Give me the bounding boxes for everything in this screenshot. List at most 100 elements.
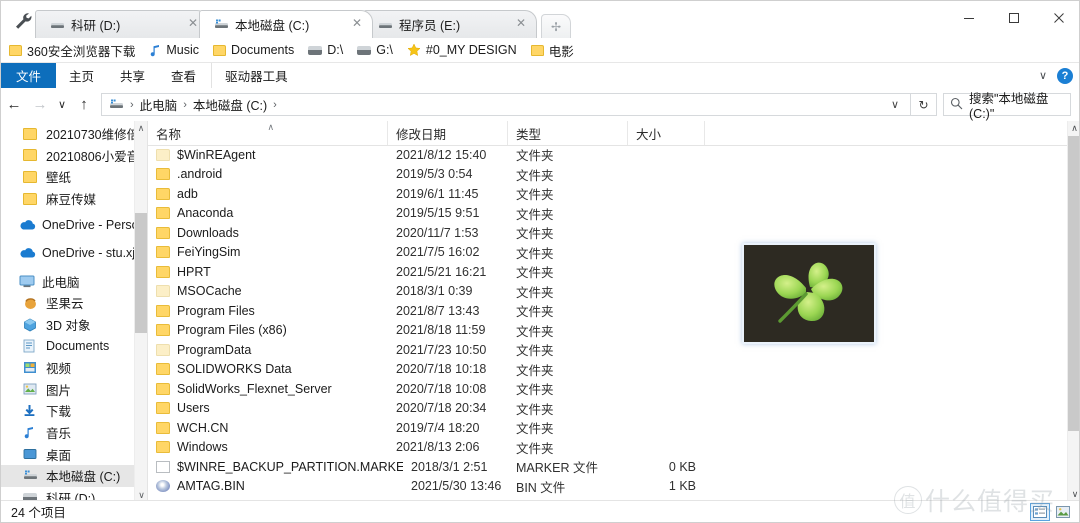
sidebar-item-videos[interactable]: 视频: [1, 357, 147, 379]
recent-locations-button[interactable]: ∨: [53, 92, 71, 118]
column-header-name[interactable]: ∧ 名称: [148, 121, 388, 145]
maximize-button[interactable]: [991, 1, 1036, 34]
bookmark-5[interactable]: #0_MY DESIGN: [407, 43, 517, 57]
bookmark-label: G:\: [376, 43, 393, 57]
sidebar-item-0[interactable]: 20210730维修倍思: [1, 123, 147, 145]
sidebar-item-onedrive-stu[interactable]: OneDrive - stu.xjtu.e: [1, 242, 147, 264]
table-row[interactable]: Anaconda 2019/5/15 9:51 文件夹: [148, 204, 1079, 224]
table-row[interactable]: $WINRE_BACKUP_PARTITION.MARKER 2018/3/1 …: [148, 457, 1079, 477]
large-icons-view-button[interactable]: [1053, 503, 1073, 521]
details-view-button[interactable]: [1030, 502, 1050, 521]
minimize-button[interactable]: [946, 1, 991, 34]
breadcrumb-separator[interactable]: ›: [130, 99, 134, 111]
sidebar-item-pictures[interactable]: 图片: [1, 379, 147, 401]
breadcrumb[interactable]: › 此电脑 › 本地磁盘 (C:) › ∨: [101, 93, 911, 116]
column-header-date[interactable]: 修改日期: [388, 121, 508, 145]
chevron-down-icon[interactable]: ∨: [1039, 69, 1047, 82]
ribbon-tab-bar: 文件 主页 共享 查看 驱动器工具 ∨ ?: [1, 63, 1079, 89]
table-row[interactable]: .android 2019/5/3 0:54 文件夹: [148, 165, 1079, 185]
sidebar-item-nutstore[interactable]: 坚果云: [1, 292, 147, 314]
tab-0[interactable]: 科研 (D:) ✕: [35, 10, 209, 38]
table-row[interactable]: Users 2020/7/18 20:34 文件夹: [148, 399, 1079, 419]
table-row[interactable]: HPRT 2021/5/21 16:21 文件夹: [148, 262, 1079, 282]
breadcrumb-separator[interactable]: ›: [273, 99, 277, 111]
file-name: Windows: [177, 440, 228, 455]
new-tab-button[interactable]: ✢: [541, 14, 571, 38]
column-header-size[interactable]: 大小: [628, 121, 705, 145]
ribbon-tab-home[interactable]: 主页: [56, 63, 107, 88]
sidebar-item-2[interactable]: 壁纸: [1, 166, 147, 188]
bookmark-1[interactable]: Music: [149, 43, 199, 57]
scroll-up-icon[interactable]: ∧: [1068, 121, 1079, 136]
ribbon-tab-share[interactable]: 共享: [107, 63, 158, 88]
bookmark-3[interactable]: D:\: [308, 43, 343, 57]
file-name-cell: Windows: [148, 440, 388, 454]
column-label: 修改日期: [396, 127, 447, 142]
back-button[interactable]: ←: [1, 92, 27, 118]
ribbon-tab-file[interactable]: 文件: [1, 63, 57, 88]
search-input[interactable]: 搜索"本地磁盘 (C:)": [943, 92, 1071, 121]
scrollbar-thumb[interactable]: [1068, 136, 1079, 431]
sidebar-item-music[interactable]: 音乐: [1, 422, 147, 444]
sidebar-item-3d-objects[interactable]: 3D 对象: [1, 314, 147, 336]
bookmark-0[interactable]: 360安全浏览器下载: [9, 41, 135, 60]
tab-2[interactable]: 程序员 (E:) ✕: [363, 10, 537, 38]
up-button[interactable]: ↑: [71, 92, 97, 118]
tab-close-icon[interactable]: ✕: [515, 17, 527, 29]
sidebar-item-downloads[interactable]: 下载: [1, 400, 147, 422]
bookmark-6[interactable]: 电影: [530, 41, 574, 60]
table-row[interactable]: $WinREAgent 2021/8/12 15:40 文件夹: [148, 145, 1079, 165]
tab-close-icon[interactable]: ✕: [187, 17, 199, 29]
close-button[interactable]: [1036, 1, 1079, 34]
bookmark-4[interactable]: G:\: [357, 43, 393, 57]
drive-icon: [308, 45, 323, 55]
table-row[interactable]: SolidWorks_Flexnet_Server 2020/7/18 10:0…: [148, 379, 1079, 399]
scroll-up-icon[interactable]: ∧: [135, 121, 147, 135]
sidebar-item-1[interactable]: 20210806小爱音箱: [1, 145, 147, 167]
forward-button[interactable]: →: [27, 92, 53, 118]
refresh-button[interactable]: ↻: [911, 93, 937, 116]
table-row[interactable]: SOLIDWORKS Data 2020/7/18 10:18 文件夹: [148, 360, 1079, 380]
table-row[interactable]: Program Files (x86) 2021/8/18 11:59 文件夹: [148, 321, 1079, 341]
table-row[interactable]: Downloads 2020/11/7 1:53 文件夹: [148, 223, 1079, 243]
sidebar-item-local-disk-c[interactable]: 本地磁盘 (C:): [1, 464, 147, 487]
table-row[interactable]: adb 2019/6/1 11:45 文件夹: [148, 184, 1079, 204]
sidebar-item-this-pc[interactable]: 此电脑: [1, 271, 147, 293]
sidebar-item-desktop[interactable]: 桌面: [1, 443, 147, 465]
title-bar: 科研 (D:) ✕ 本地磁盘 (C:) ✕ 程序员 (E:) ✕ ✢: [1, 1, 1079, 38]
help-icon[interactable]: ?: [1057, 67, 1073, 84]
tab-1[interactable]: 本地磁盘 (C:) ✕: [199, 10, 373, 38]
breadcrumb-separator[interactable]: ›: [183, 99, 187, 111]
table-row[interactable]: AMTAG.BIN 2021/5/30 13:46 BIN 文件 1 KB: [148, 477, 1079, 497]
breadcrumb-root-icon[interactable]: [106, 98, 127, 112]
navigation-pane: 20210730维修倍思 20210806小爱音箱 壁纸 麻豆传媒 OneDri…: [1, 121, 148, 502]
documents-icon: [23, 339, 40, 353]
table-row[interactable]: Windows 2021/8/13 2:06 文件夹: [148, 438, 1079, 458]
file-list-scrollbar[interactable]: ∧ ∨: [1067, 121, 1079, 502]
file-icon: [156, 460, 170, 473]
window-controls: [946, 1, 1079, 34]
tab-close-icon[interactable]: ✕: [351, 17, 363, 29]
breadcrumb-item-this-pc[interactable]: 此电脑: [137, 95, 181, 114]
navigation-scrollbar[interactable]: ∧ ∨: [134, 121, 147, 502]
ribbon-tab-view[interactable]: 查看: [158, 63, 209, 88]
tab-label: 科研 (D:): [71, 19, 121, 33]
file-type: 文件夹: [516, 246, 554, 261]
sidebar-item-onedrive-personal[interactable]: OneDrive - Persona: [1, 214, 147, 236]
file-type: 文件夹: [516, 305, 554, 320]
table-row[interactable]: FeiYingSim 2021/7/5 16:02 文件夹: [148, 243, 1079, 263]
sidebar-item-3[interactable]: 麻豆传媒: [1, 188, 147, 210]
table-row[interactable]: MSOCache 2018/3/1 0:39 文件夹: [148, 282, 1079, 302]
scrollbar-thumb[interactable]: [135, 213, 147, 333]
breadcrumb-item-local-disk-c[interactable]: 本地磁盘 (C:): [190, 95, 270, 114]
table-row[interactable]: Program Files 2021/8/7 13:43 文件夹: [148, 301, 1079, 321]
address-dropdown-icon[interactable]: ∨: [884, 94, 906, 115]
ribbon-tab-drive-tools[interactable]: 驱动器工具: [211, 63, 301, 88]
sidebar-item-documents[interactable]: Documents: [1, 335, 147, 357]
table-row[interactable]: ProgramData 2021/7/23 10:50 文件夹: [148, 340, 1079, 360]
table-row[interactable]: WCH.CN 2019/7/4 18:20 文件夹: [148, 418, 1079, 438]
column-header-type[interactable]: 类型: [508, 121, 628, 145]
file-name: MSOCache: [177, 284, 242, 299]
bookmark-2[interactable]: Documents: [213, 43, 294, 57]
wrench-icon[interactable]: [13, 11, 35, 31]
